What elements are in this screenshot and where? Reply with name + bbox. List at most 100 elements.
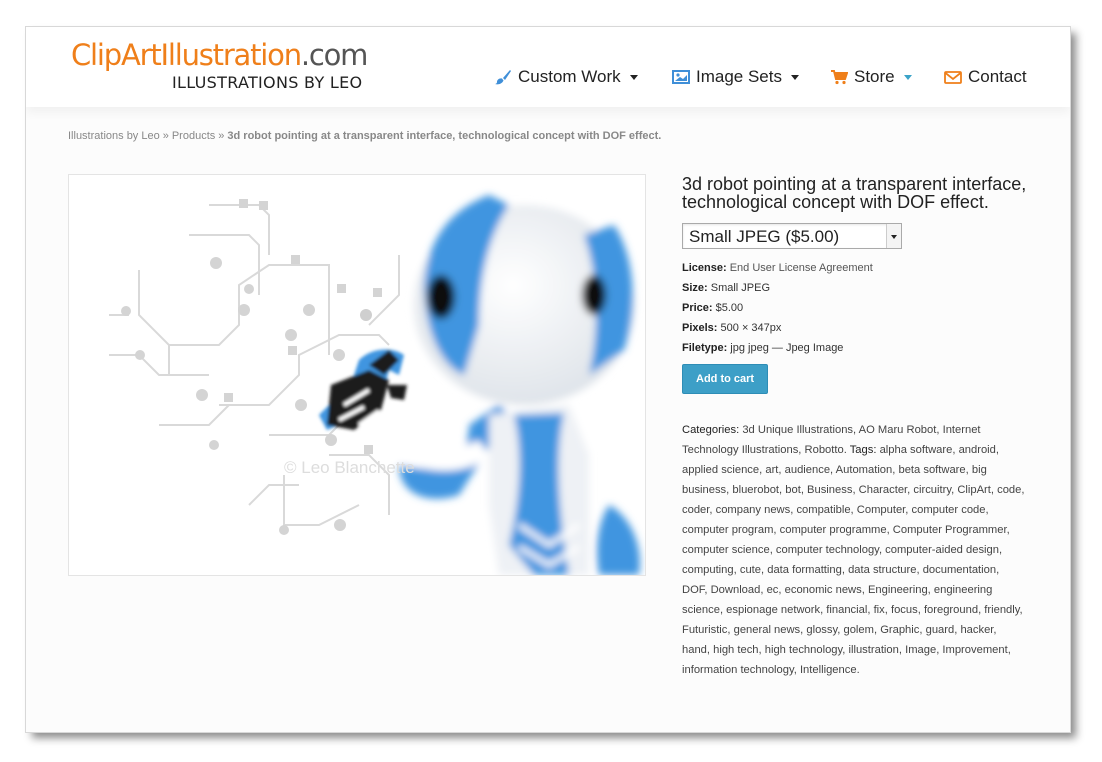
tags-label: Tags: — [849, 444, 877, 456]
product-meta: License: End User License Agreement Size… — [682, 258, 1032, 358]
chevron-down-icon — [903, 74, 912, 80]
tag-link[interactable]: Improvement — [942, 644, 1007, 656]
tag-link[interactable]: ec — [767, 584, 779, 596]
meta-filetype: Filetype: jpg jpeg — Jpeg Image — [682, 342, 844, 354]
tag-link[interactable]: guard — [926, 624, 955, 636]
tag-link[interactable]: circuitry — [913, 484, 951, 496]
tag-link[interactable]: ClipArt — [957, 484, 991, 496]
tag-link[interactable]: Business — [807, 484, 852, 496]
circuit-nodes — [121, 199, 382, 535]
envelope-icon — [944, 69, 962, 85]
tag-link[interactable]: alpha software — [880, 444, 953, 456]
nav-image-sets[interactable]: Image Sets — [672, 65, 799, 89]
chevron-down-icon — [791, 74, 799, 80]
tag-link[interactable]: Character — [859, 484, 908, 496]
circuit-lines — [109, 204, 400, 526]
main-nav: Custom Work Image Sets Store Contact — [26, 65, 1070, 89]
variation-selected-value: Small JPEG ($5.00) — [689, 227, 840, 246]
breadcrumb: Illustrations by Leo» Products» 3d robot p… — [68, 130, 661, 142]
license-link[interactable]: End User License Agreement — [730, 262, 873, 274]
tag-link[interactable]: high technology — [765, 644, 843, 656]
nav-label: Custom Work — [518, 67, 621, 86]
tag-link[interactable]: computer-aided design — [885, 544, 999, 556]
tag-link[interactable]: golem — [843, 624, 873, 636]
tag-link[interactable]: foreground — [924, 604, 978, 616]
tag-link[interactable]: company news — [716, 504, 791, 516]
tag-link[interactable]: Computer — [857, 504, 906, 516]
nav-label: Image Sets — [696, 67, 782, 86]
tag-link[interactable]: Automation — [836, 464, 893, 476]
tag-link[interactable]: Computer Programmer — [893, 524, 1007, 536]
breadcrumb-link-products[interactable]: Products — [172, 130, 215, 142]
tag-link[interactable]: espionage network — [726, 604, 820, 616]
tag-link[interactable]: glossy — [806, 624, 837, 636]
breadcrumb-current: 3d robot pointing at a transparent inter… — [227, 130, 662, 142]
category-link[interactable]: AO Maru Robot — [859, 424, 937, 436]
tag-link[interactable]: fix — [874, 604, 885, 616]
product-title: 3d robot pointing at a transparent inter… — [682, 174, 1027, 212]
tag-link[interactable]: compatible — [796, 504, 850, 516]
tag-link[interactable]: illustration — [849, 644, 899, 656]
tag-link[interactable]: bot — [785, 484, 801, 496]
meta-license: License: End User License Agreement — [682, 262, 873, 274]
tag-link[interactable]: computer science — [682, 544, 770, 556]
tag-link[interactable]: cute — [740, 564, 761, 576]
tag-link[interactable]: Intelligence — [800, 664, 857, 676]
tag-link[interactable]: android — [959, 444, 996, 456]
tag-link[interactable]: computer program — [682, 524, 773, 536]
robot-hand — [319, 349, 407, 430]
chevron-down-icon — [629, 74, 638, 80]
tag-link[interactable]: bluerobot — [732, 484, 779, 496]
tag-link[interactable]: code — [997, 484, 1021, 496]
select-arrow-icon — [886, 224, 901, 248]
image-watermark: © Leo Blanchette — [284, 458, 415, 477]
product-image[interactable]: © Leo Blanchette — [68, 174, 646, 576]
breadcrumb-separator: » — [218, 130, 225, 142]
nav-custom-work[interactable]: Custom Work — [494, 65, 638, 89]
tag-link[interactable]: Futuristic — [682, 624, 727, 636]
category-link[interactable]: 3d Unique Illustrations — [742, 424, 853, 436]
tag-link[interactable]: focus — [891, 604, 918, 616]
tag-link[interactable]: computing — [682, 564, 734, 576]
tag-link[interactable]: information technology — [682, 664, 794, 676]
robot-illustration: © Leo Blanchette — [109, 195, 640, 575]
tag-link[interactable]: hacker — [960, 624, 993, 636]
tag-link[interactable]: data structure — [848, 564, 916, 576]
product-summary: 3d robot pointing at a transparent inter… — [682, 175, 1032, 680]
tag-link[interactable]: coder — [682, 504, 709, 516]
tag-link[interactable]: computer code — [912, 504, 986, 516]
tag-link[interactable]: high tech — [713, 644, 758, 656]
nav-store[interactable]: Store — [830, 65, 912, 89]
picture-icon — [672, 69, 690, 85]
meta-pixels: Pixels: 500 × 347px — [682, 322, 782, 334]
nav-contact[interactable]: Contact — [944, 65, 1027, 89]
variation-select[interactable]: Small JPEG ($5.00) — [682, 223, 902, 249]
tag-link[interactable]: friendly — [984, 604, 1019, 616]
tag-link[interactable]: computer technology — [776, 544, 879, 556]
tag-link[interactable]: audience — [785, 464, 830, 476]
meta-price: Price: $5.00 — [682, 302, 744, 314]
category-link[interactable]: Robotto — [805, 444, 844, 456]
tag-link[interactable]: art — [765, 464, 778, 476]
paintbrush-icon — [494, 69, 512, 85]
tag-link[interactable]: economic news — [785, 584, 862, 596]
tag-link[interactable]: Download — [711, 584, 761, 596]
tag-link[interactable]: financial — [826, 604, 867, 616]
tag-link[interactable]: beta software — [898, 464, 965, 476]
tag-link[interactable]: Graphic — [880, 624, 919, 636]
tag-link[interactable]: data formatting — [767, 564, 842, 576]
tag-link[interactable]: general news — [734, 624, 801, 636]
tag-link[interactable]: applied science — [682, 464, 759, 476]
tag-link[interactable]: DOF — [682, 584, 704, 596]
tag-link[interactable]: Image — [905, 644, 936, 656]
breadcrumb-link-home[interactable]: Illustrations by Leo — [68, 130, 160, 142]
breadcrumb-separator: » — [162, 130, 169, 142]
robot-body — [399, 195, 640, 575]
tag-link[interactable]: computer programme — [780, 524, 887, 536]
add-to-cart-button[interactable]: Add to cart — [682, 364, 769, 394]
tag-link[interactable]: documentation — [923, 564, 996, 576]
tag-link[interactable]: hand — [682, 644, 707, 656]
nav-label: Contact — [968, 67, 1027, 86]
tag-link[interactable]: Engineering — [868, 584, 928, 596]
page-frame: ClipArtIllustration.com ILLUSTRATIONS BY… — [26, 27, 1070, 732]
